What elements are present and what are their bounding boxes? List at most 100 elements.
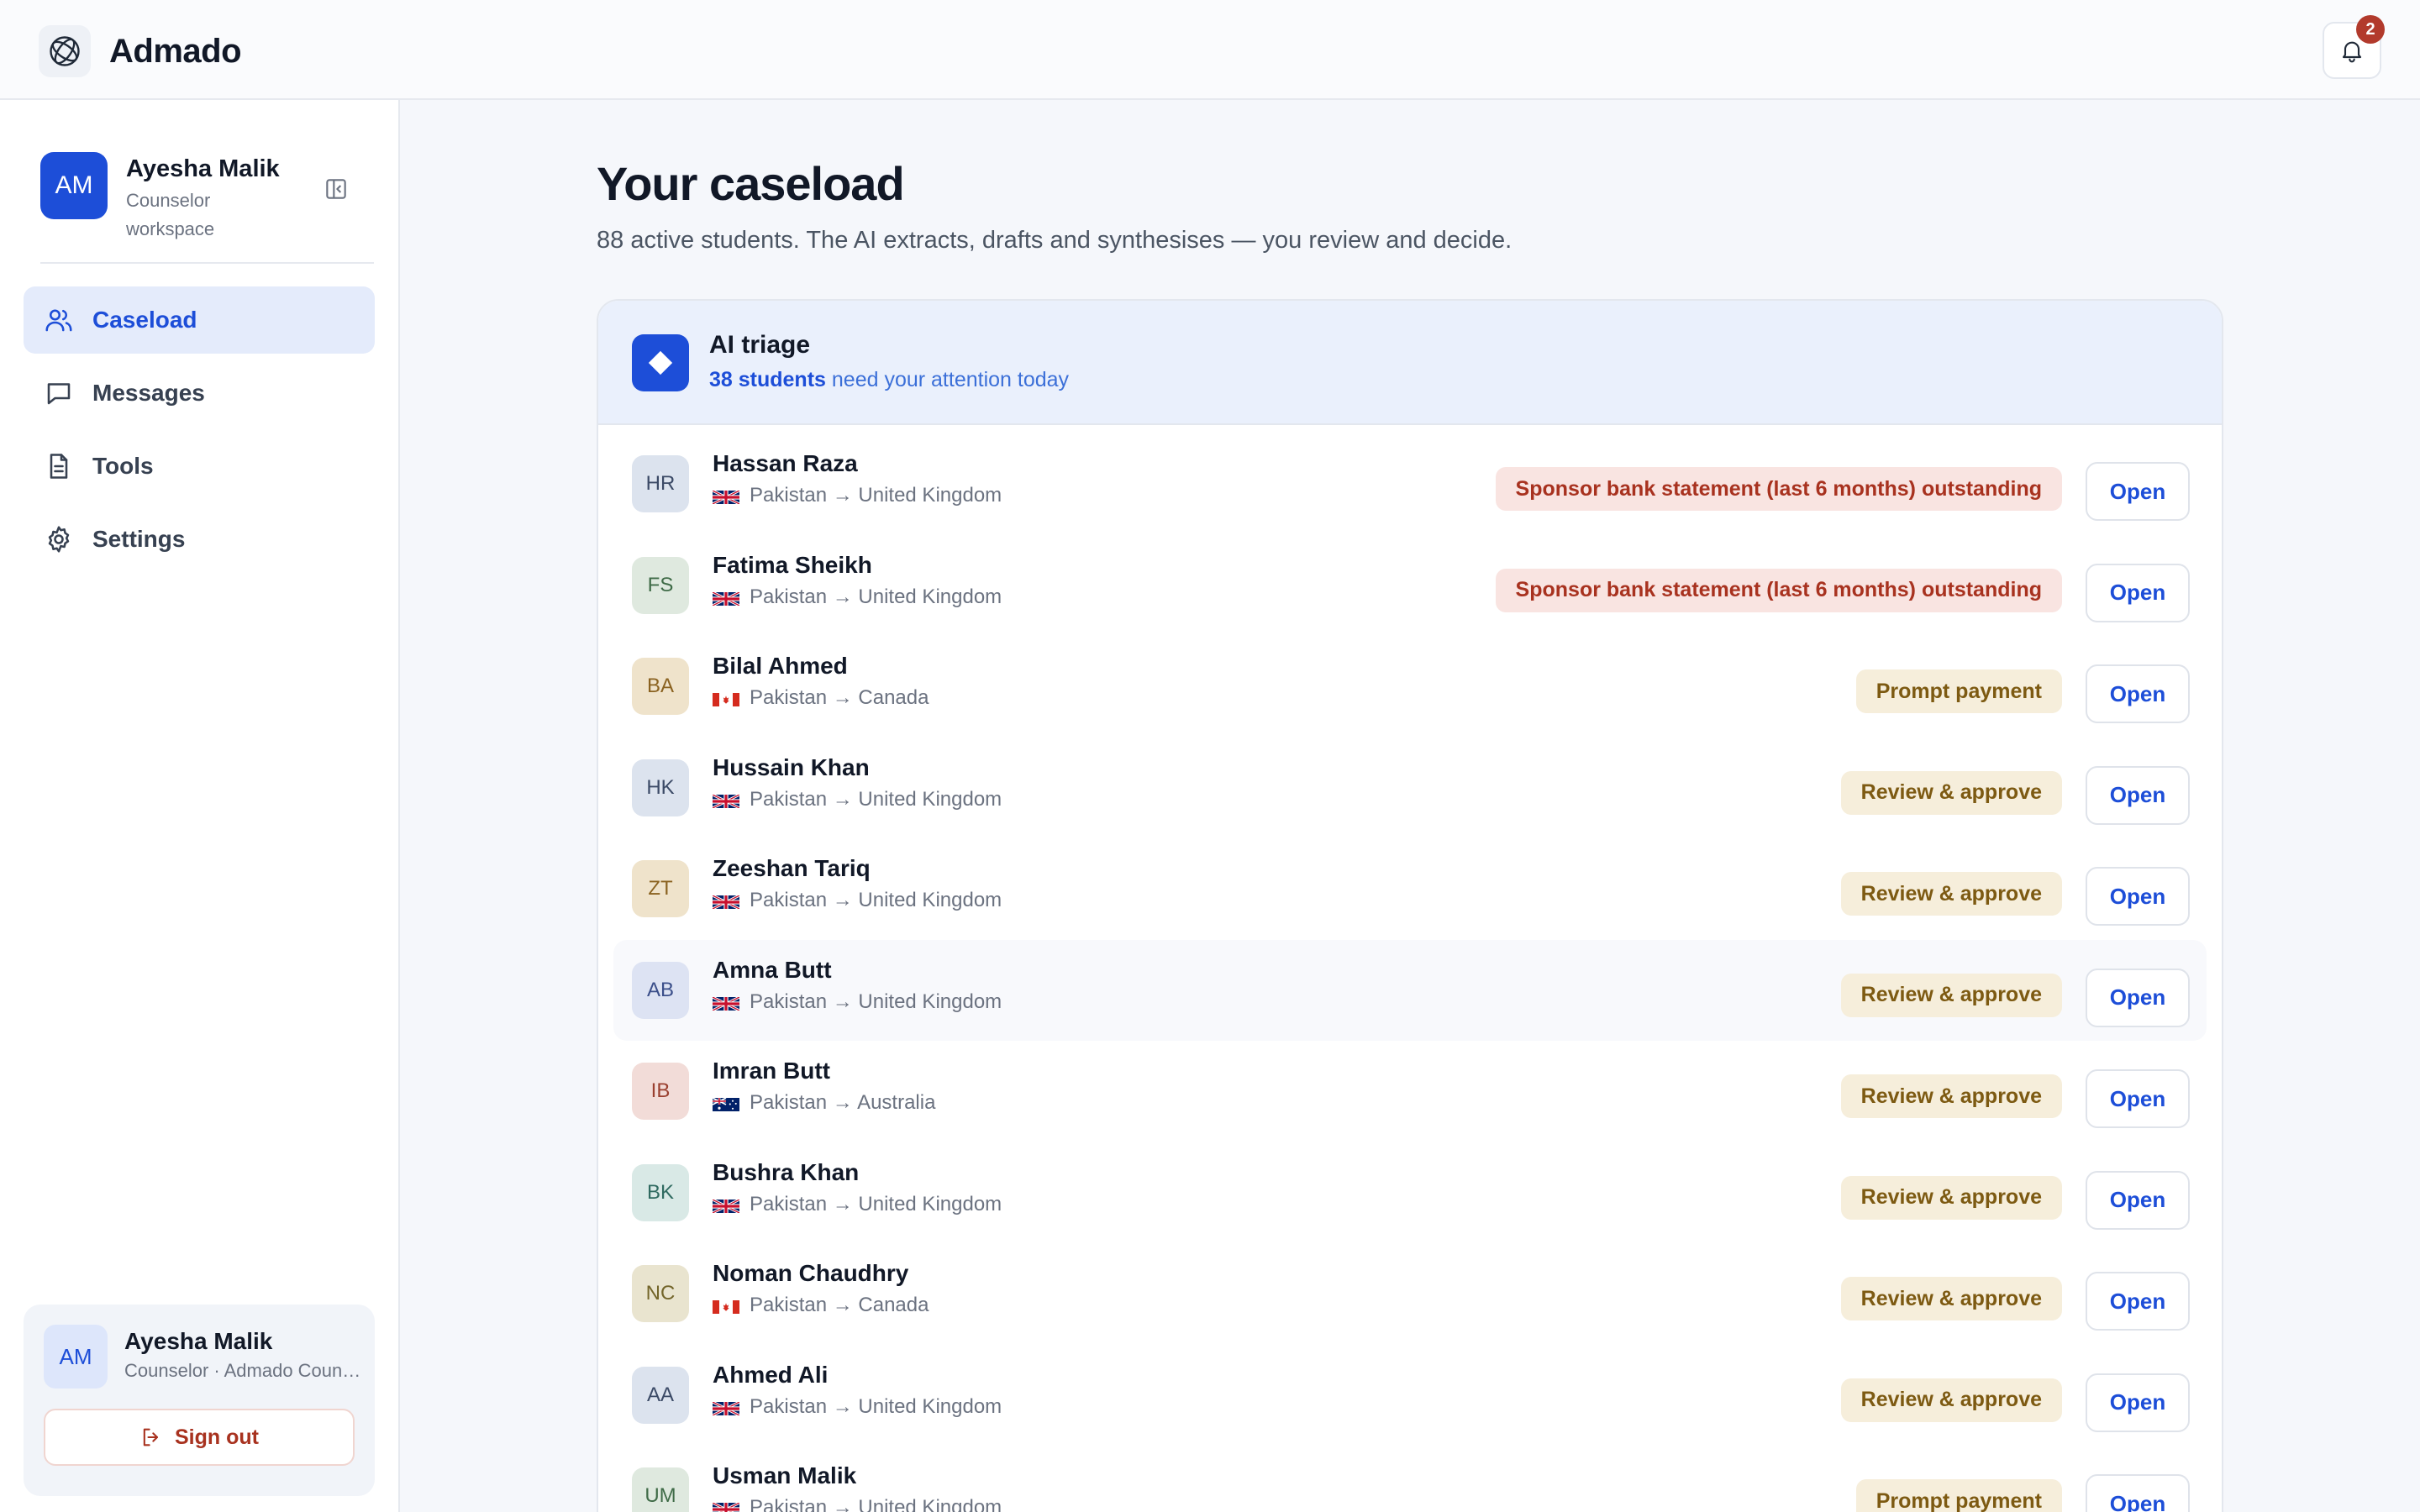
sidebar-item-messages[interactable]: Messages — [24, 360, 375, 427]
route-text: Pakistan → United Kingdom — [750, 1192, 1002, 1215]
open-button[interactable]: Open — [2086, 1069, 2190, 1128]
student-row[interactable]: ZT Zeeshan Tariq Pakistan → United Kingdom… — [613, 838, 2207, 940]
student-name: Amna Butt — [713, 956, 832, 983]
avatar: HR — [632, 455, 689, 512]
notification-count-badge: 2 — [2356, 15, 2385, 44]
route-text: Pakistan → United Kingdom — [750, 990, 1002, 1013]
triage-summary: 38 students need your attention today — [709, 368, 1069, 392]
flag-uk-icon — [712, 1398, 740, 1416]
route-text: Pakistan → United Kingdom — [750, 889, 1002, 911]
open-button[interactable]: Open — [2086, 664, 2190, 723]
profile-header: AM Ayesha Malik Counselor workspace — [40, 152, 360, 244]
status-badge: Prompt payment — [1855, 1479, 2062, 1512]
open-button[interactable]: Open — [2086, 867, 2190, 926]
profile-role: Counselor workspace — [126, 190, 215, 239]
route-text: Pakistan → Australia — [750, 1091, 936, 1114]
sidebar-item-label: Caseload — [92, 307, 197, 333]
sign-out-button[interactable]: Sign out — [44, 1409, 355, 1466]
globe-logo-icon — [39, 25, 91, 77]
account-role: Counselor · Admado Counseling — [124, 1360, 363, 1381]
triage-count: 38 students — [709, 368, 826, 391]
avatar: NC — [632, 1265, 689, 1322]
student-route: Pakistan → United Kingdom — [712, 889, 1002, 912]
student-name: Bilal Ahmed — [713, 653, 848, 679]
flag-uk-icon — [712, 790, 740, 809]
avatar: IB — [632, 1063, 689, 1120]
route-text: Pakistan → United Kingdom — [750, 484, 1002, 507]
student-route: Pakistan → Canada — [713, 686, 929, 710]
avatar: AA — [632, 1366, 689, 1424]
status-badge: Review & approve — [1840, 973, 2062, 1017]
student-route: Pakistan → United Kingdom — [712, 1496, 1002, 1512]
student-row[interactable]: IB Imran Butt Pakistan → Australia Review &… — [613, 1041, 2207, 1142]
student-route: Pakistan → United Kingdom — [712, 1394, 1002, 1419]
route-text: Pakistan → Canada — [750, 686, 929, 709]
sidebar-collapse-icon — [326, 179, 346, 199]
route-text: Pakistan → United Kingdom — [750, 1496, 1002, 1512]
page-title: Your caseload — [597, 157, 905, 210]
page-subtitle: 88 active students. The AI extracts, dra… — [597, 227, 1512, 254]
avatar: AB — [632, 961, 689, 1019]
student-name: Usman Malik — [713, 1462, 857, 1488]
student-name: Hussain Khan — [713, 753, 870, 780]
avatar: AM — [44, 1325, 108, 1389]
student-route: Pakistan → United Kingdom — [712, 990, 1002, 1014]
student-row[interactable]: BK Bushra Khan Pakistan → United Kingdom Re… — [613, 1142, 2207, 1244]
route-text: Pakistan → United Kingdom — [750, 1394, 1002, 1418]
flag-uk-icon — [712, 1499, 740, 1512]
sign-out-icon — [139, 1425, 163, 1449]
flag-au-icon — [712, 1094, 739, 1112]
student-row[interactable]: FS Fatima Sheikh Pakistan → United Kingdom… — [613, 535, 2207, 637]
sidebar-item-caseload[interactable]: Caseload — [24, 286, 375, 354]
open-button[interactable]: Open — [2086, 1272, 2190, 1331]
open-button[interactable]: Open — [2086, 462, 2190, 521]
student-route: Pakistan → United Kingdom — [712, 788, 1002, 811]
open-button[interactable]: Open — [2086, 1474, 2190, 1512]
status-badge: Prompt payment — [1855, 669, 2062, 713]
triage-summary-text: need your attention today — [825, 368, 1070, 391]
flag-uk-icon — [712, 993, 740, 1011]
student-row[interactable]: AB Amna Butt Pakistan → United Kingdom Revi… — [613, 939, 2207, 1041]
avatar: AM — [40, 152, 108, 219]
status-badge: Sponsor bank statement (last 6 months) o… — [1495, 467, 2062, 511]
sidebar-item-settings[interactable]: Settings — [24, 506, 375, 573]
student-row[interactable]: NC Noman Chaudhry Pakistan → Canada Review … — [613, 1243, 2207, 1345]
open-button[interactable]: Open — [2086, 968, 2190, 1027]
student-row[interactable]: BA Bilal Ahmed Pakistan → Canada Prompt pay… — [613, 636, 2207, 738]
status-badge: Sponsor bank statement (last 6 months) o… — [1495, 568, 2062, 612]
student-route: Pakistan → United Kingdom — [712, 1192, 1002, 1216]
student-name: Hassan Raza — [713, 450, 858, 476]
sidebar: AM Ayesha Malik Counselor workspace Case… — [0, 100, 400, 1512]
message-icon — [42, 376, 76, 410]
flag-uk-icon — [712, 486, 740, 506]
student-name: Imran Butt — [713, 1058, 830, 1084]
open-button[interactable]: Open — [2086, 765, 2190, 825]
student-row[interactable]: HR Hassan Raza Pakistan → United Kingdom Sp… — [613, 433, 2207, 535]
open-button[interactable]: Open — [2086, 1170, 2190, 1230]
gear-icon — [42, 522, 76, 556]
student-name: Noman Chaudhry — [713, 1260, 909, 1286]
flag-uk-icon — [712, 1195, 740, 1214]
student-route: Pakistan → United Kingdom — [712, 585, 1002, 609]
open-button[interactable]: Open — [2086, 1373, 2190, 1432]
student-row[interactable]: UM Usman Malik Pakistan → United Kingdom Pr… — [613, 1446, 2207, 1512]
open-button[interactable]: Open — [2086, 563, 2190, 622]
student-row[interactable]: AA Ahmed Ali Pakistan → United Kingdom Revi… — [613, 1345, 2207, 1446]
sidebar-item-tools[interactable]: Tools — [24, 433, 375, 500]
avatar: BA — [632, 658, 689, 715]
collapse-sidebar-button[interactable] — [321, 174, 351, 204]
status-badge: Review & approve — [1840, 1378, 2062, 1422]
brand[interactable]: Admado — [39, 25, 242, 77]
avatar: BK — [632, 1163, 689, 1221]
divider — [40, 262, 374, 264]
triage-title: AI triage — [709, 331, 811, 359]
student-route: Pakistan → Canada — [713, 1294, 929, 1317]
student-row[interactable]: HK Hussain Khan Pakistan → United Kingdom R… — [613, 738, 2207, 839]
profile-name: Ayesha Malik — [126, 155, 280, 182]
student-name: Fatima Sheikh — [713, 551, 872, 578]
notifications-button[interactable]: 2 — [2323, 15, 2385, 79]
document-icon — [42, 449, 76, 483]
sign-out-label: Sign out — [175, 1425, 259, 1449]
avatar: UM — [632, 1467, 689, 1512]
caseload-panel: AI triage 38 students need your attentio… — [597, 299, 2223, 1512]
